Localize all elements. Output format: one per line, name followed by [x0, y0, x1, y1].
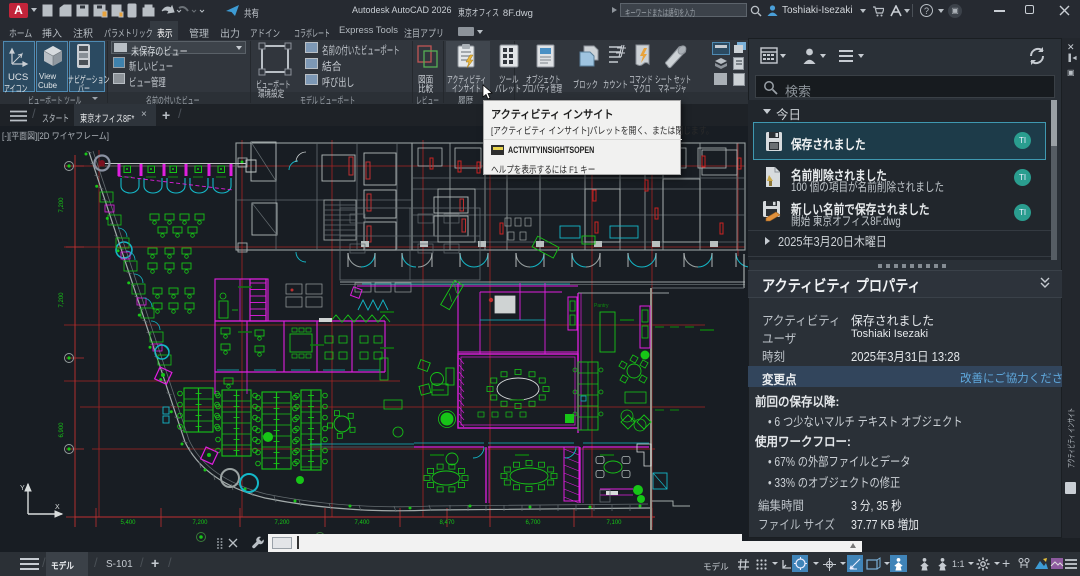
- svg-text:Y: Y: [20, 485, 25, 492]
- svg-text:6,700: 6,700: [525, 520, 541, 526]
- svg-text:5,400: 5,400: [120, 520, 136, 526]
- svg-text:8,470: 8,470: [439, 520, 455, 526]
- svg-text:7,200: 7,200: [274, 520, 290, 526]
- svg-text:7,200: 7,200: [59, 197, 65, 213]
- svg-text:X: X: [55, 504, 60, 511]
- svg-text:6,900: 6,900: [59, 422, 65, 438]
- svg-text:7,200: 7,200: [192, 520, 208, 526]
- svg-text:7,100: 7,100: [606, 520, 622, 526]
- svg-text:7,400: 7,400: [354, 520, 370, 526]
- svg-text:7,200: 7,200: [59, 292, 65, 308]
- svg-text:Pantry: Pantry: [594, 303, 609, 309]
